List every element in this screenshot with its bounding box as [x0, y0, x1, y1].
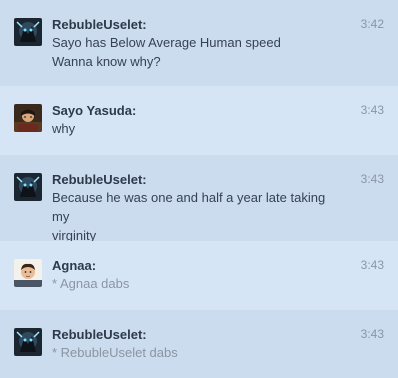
chat-message: RebubleUselet: Sayo has Below Average Hu…: [0, 0, 398, 86]
message-author[interactable]: Agnaa:: [52, 257, 342, 274]
message-author[interactable]: RebubleUselet:: [52, 326, 342, 343]
dark-creature-avatar-icon[interactable]: [14, 18, 42, 46]
chat-log: RebubleUselet: Sayo has Below Average Hu…: [0, 0, 398, 378]
message-author[interactable]: RebubleUselet:: [52, 16, 342, 33]
message-author[interactable]: Sayo Yasuda:: [52, 102, 342, 119]
message-text: Because he was one and half a year late …: [52, 190, 326, 224]
dark-creature-avatar-icon[interactable]: [14, 328, 42, 356]
message-timestamp: 3:43: [360, 327, 384, 341]
message-timestamp: 3:43: [360, 258, 384, 272]
chat-message: RebubleUselet: * RebubleUselet dabs 3:43: [0, 310, 398, 378]
chat-message: RebubleUselet: Because he was one and ha…: [0, 155, 398, 243]
person-avatar-icon[interactable]: [14, 259, 42, 287]
chat-message: Agnaa: * Agnaa dabs 3:43: [0, 241, 398, 310]
anime-character-avatar-icon[interactable]: [14, 104, 42, 132]
message-timestamp: 3:43: [360, 103, 384, 117]
message-timestamp: 3:42: [360, 17, 384, 31]
message-action-text: * Agnaa dabs: [52, 276, 130, 291]
message-timestamp: 3:43: [360, 172, 384, 186]
dark-creature-avatar-icon[interactable]: [14, 173, 42, 201]
message-text: why: [52, 121, 76, 136]
message-author[interactable]: RebubleUselet:: [52, 171, 342, 188]
message-text: Sayo has Below Average Human speed: [52, 35, 281, 50]
message-action-text: * RebubleUselet dabs: [52, 345, 178, 360]
chat-message: Sayo Yasuda: why 3:43: [0, 86, 398, 155]
message-text: Wanna know why?: [52, 54, 161, 69]
